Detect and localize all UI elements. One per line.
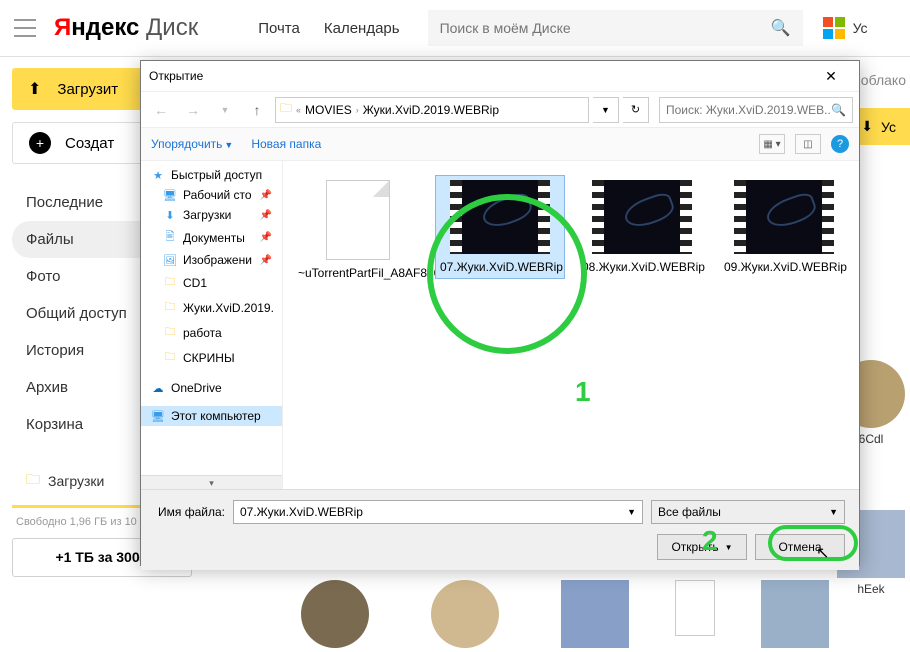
search-icon[interactable]: 🔍 [831,103,846,117]
breadcrumb-seg[interactable]: MOVIES [305,103,352,117]
plus-icon: + [29,132,51,154]
bg-thumb-6[interactable] [660,580,730,640]
file-name: 07.Жуки.XviD.WEBRip [440,260,563,274]
tree-this-pc[interactable]: 🖥Этот компьютер [141,406,282,426]
tree-folder-work[interactable]: 🗀работа [141,320,282,345]
breadcrumb-seg[interactable]: Жуки.XviD.2019.WEBRip [363,103,499,117]
cancel-button[interactable]: Отмена [755,534,845,560]
organize-button[interactable]: Упорядочить▼ [151,137,233,151]
file-item-selected[interactable]: 07.Жуки.XviD.WEBRip [435,175,565,279]
nav-calendar[interactable]: Календарь [324,20,400,37]
tree-documents[interactable]: 🖹Документы📌 [141,225,282,250]
refresh-button[interactable]: ↻ [623,97,649,123]
search-bar[interactable]: 🔍 [428,10,803,46]
chevron-icon: « [296,105,301,115]
bg-thumb-5[interactable] [560,580,630,652]
header: Яндекс Диск Почта Календарь 🔍 Ус [0,0,910,57]
bg-thumb-4[interactable] [430,580,500,652]
folder-tree: ★Быстрый доступ 🖥Рабочий сто📌 ⬇Загрузки📌… [141,161,283,489]
help-icon[interactable]: ? [831,135,849,153]
close-button[interactable]: ✕ [811,68,851,85]
folder-icon: 🗀 [26,469,40,493]
filename-combobox[interactable]: ▼ [233,500,643,524]
file-open-dialog: Открытие ✕ ← → ▼ ↑ 🗀 « MOVIES › Жуки.Xvi… [140,60,860,566]
tree-scroll-down[interactable]: ▾ [141,475,282,489]
breadcrumb-dropdown[interactable]: ▼ [593,97,619,123]
tree-quick-access[interactable]: ★Быстрый доступ [141,165,282,185]
chevron-down-icon[interactable]: ▼ [829,507,838,517]
windows-icon[interactable] [823,17,845,39]
new-folder-button[interactable]: Новая папка [251,137,321,151]
chevron-down-icon[interactable]: ▼ [627,507,636,517]
chevron-icon: › [356,105,359,115]
video-icon [450,180,550,254]
cloud-label: облако [857,68,910,92]
dialog-nav: ← → ▼ ↑ 🗀 « MOVIES › Жуки.XviD.2019.WEBR… [141,91,859,127]
tree-folder-cd1[interactable]: 🗀CD1 [141,270,282,295]
preview-pane-button[interactable]: ◫ [795,134,821,154]
tree-folder-screens[interactable]: 🗀СКРИНЫ [141,345,282,370]
recent-dropdown[interactable]: ▼ [211,97,239,123]
logo-mark: Я [54,14,71,41]
filetype-filter[interactable]: Все файлы ▼ [651,500,845,524]
dialog-search[interactable]: 🔍 [659,97,853,123]
bg-thumb-7[interactable] [760,580,830,652]
file-name: 09.Жуки.XviD.WEBRip [724,260,847,274]
dialog-search-input[interactable] [666,103,831,117]
dialog-title: Открытие [149,69,203,83]
tree-downloads[interactable]: ⬇Загрузки📌 [141,205,282,225]
install-text: Ус [853,20,868,36]
filename-input[interactable] [240,505,627,519]
pin-icon: 📌 [260,190,272,201]
upload-icon: ⬆ [28,79,41,99]
nav-mail[interactable]: Почта [258,20,300,37]
search-icon[interactable]: 🔍 [771,18,791,38]
logo[interactable]: Яндекс Диск [54,14,198,42]
top-nav: Почта Календарь [258,20,399,37]
dialog-toolbar: Упорядочить▼ Новая папка ▦ ▾ ◫ ? [141,127,859,161]
bg-thumb-3[interactable] [300,580,370,652]
menu-icon[interactable] [14,19,36,37]
folder-icon: 🗀 [280,99,292,120]
dialog-titlebar: Открытие ✕ [141,61,859,91]
pin-icon: 📌 [260,210,272,221]
breadcrumb[interactable]: 🗀 « MOVIES › Жуки.XviD.2019.WEBRip [275,97,589,123]
file-item[interactable]: ~uTorrentPartFil_A8AF8800.dat [293,175,423,285]
file-icon [326,180,390,260]
search-input[interactable] [440,20,771,36]
dialog-footer: Имя файла: ▼ Все файлы ▼ Открыть▼ Отмена [141,489,859,570]
view-mode-button[interactable]: ▦ ▾ [759,134,785,154]
forward-button[interactable]: → [179,97,207,123]
file-item[interactable]: 08.Жуки.XviD.WEBRip [577,175,707,279]
download-icon: ⬇ [861,118,873,135]
file-item[interactable]: 09.Жуки.XviD.WEBRip [719,175,849,279]
tree-onedrive[interactable]: ☁OneDrive [141,378,282,398]
file-name: 08.Жуки.XviD.WEBRip [582,260,705,274]
pin-icon: 📌 [260,232,272,243]
filename-label: Имя файла: [155,505,225,519]
pin-icon: 📌 [260,255,272,266]
back-button[interactable]: ← [147,97,175,123]
files-pane[interactable]: ~uTorrentPartFil_A8AF8800.dat 07.Жуки.Xv… [283,161,859,489]
video-icon [734,180,834,254]
video-icon [592,180,692,254]
tree-images[interactable]: 🖼Изображени📌 [141,250,282,270]
tree-folder-zhuki[interactable]: 🗀Жуки.XviD.2019. [141,295,282,320]
open-button[interactable]: Открыть▼ [657,534,747,560]
dialog-body: ★Быстрый доступ 🖥Рабочий сто📌 ⬇Загрузки📌… [141,161,859,489]
tree-desktop[interactable]: 🖥Рабочий сто📌 [141,185,282,205]
up-button[interactable]: ↑ [243,97,271,123]
